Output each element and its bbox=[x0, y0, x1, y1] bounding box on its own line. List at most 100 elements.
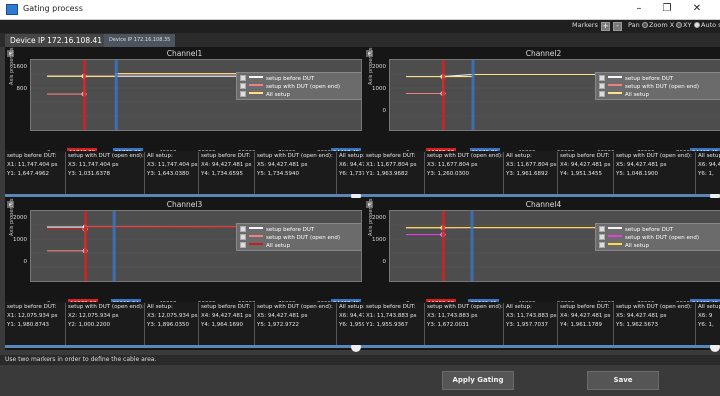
chart-legend: setup before DUT setup with DUT (open end… bbox=[236, 223, 361, 251]
marker-2-line[interactable] bbox=[114, 60, 118, 130]
legend-swatch bbox=[608, 84, 622, 86]
readout-line: setup with DUT (open end): bbox=[257, 153, 333, 159]
zoom-x-radio[interactable] bbox=[676, 22, 683, 28]
legend-swatch bbox=[249, 84, 263, 86]
readout-cell: All setup: X6: 94,4 Y6: 1, bbox=[695, 152, 720, 194]
legend-checkbox[interactable] bbox=[240, 75, 246, 81]
channel-title: Channel2 bbox=[525, 49, 562, 58]
legend-item[interactable]: setup with DUT (open end) bbox=[240, 234, 340, 242]
readout-cell: All setup: X3: 11,747.404 ps Y3: 1,643.038… bbox=[144, 152, 197, 194]
readout-line: Y1: 1,955.9367 bbox=[366, 322, 408, 328]
legend-checkbox[interactable] bbox=[599, 234, 605, 240]
close-button[interactable]: ✕ bbox=[686, 1, 708, 17]
legend-checkbox[interactable] bbox=[240, 91, 246, 97]
readout-line: setup with DUT (open end): bbox=[427, 153, 503, 159]
y-tick-label: 1600 bbox=[13, 64, 27, 70]
legend-swatch bbox=[249, 76, 263, 78]
tab-device-1[interactable]: Device IP 172.16.108.41 bbox=[5, 34, 108, 47]
readout-line: Y3: 1,961.6892 bbox=[506, 171, 548, 177]
legend-checkbox[interactable] bbox=[599, 91, 605, 97]
readout-line: X5: 94,427.481 ps bbox=[616, 162, 667, 168]
readout-line: X3: 11,743.883 ps bbox=[506, 313, 557, 319]
legend-item[interactable]: setup before DUT bbox=[599, 75, 673, 83]
readout-line: Y1: 1,647.4962 bbox=[7, 171, 49, 177]
readout-line: Y5: 1,972.9722 bbox=[257, 322, 299, 328]
marker-1-line[interactable] bbox=[441, 60, 445, 130]
xy-mode-label: XY bbox=[683, 21, 692, 29]
legend-checkbox[interactable] bbox=[240, 226, 246, 232]
waveform-plot[interactable]: setup before DUT setup with DUT (open end… bbox=[389, 59, 720, 131]
marker-1-line[interactable] bbox=[441, 211, 445, 281]
pan-mode-option[interactable]: Pan bbox=[628, 21, 650, 29]
readout-cell: setup with DUT (open end): X3: 11,747.404… bbox=[65, 152, 144, 194]
zoom-x-mode-option[interactable]: Zoom X bbox=[649, 21, 684, 29]
readout-line: Y6: 1,959 bbox=[339, 322, 364, 328]
legend-item[interactable]: setup before DUT bbox=[599, 226, 673, 234]
legend-label: All setup bbox=[625, 243, 649, 249]
window-title: Gating process bbox=[23, 4, 83, 13]
readout-cell: All setup: X6: 9 Y6: 1, bbox=[695, 303, 720, 345]
legend-item[interactable]: setup before DUT bbox=[240, 75, 314, 83]
legend-item[interactable]: setup with DUT (open end) bbox=[240, 83, 340, 91]
marker-2-line[interactable] bbox=[471, 60, 475, 130]
readout-cell: All setup: X6: 94,47 Y6: 1,959 bbox=[336, 303, 364, 345]
marker-2-line[interactable] bbox=[470, 211, 474, 281]
legend-checkbox[interactable] bbox=[240, 83, 246, 89]
readout-line: Y4: 1,964.1690 bbox=[201, 322, 243, 328]
apply-gating-button[interactable]: Apply Gating bbox=[442, 371, 514, 390]
readout-line: setup with DUT (open end): bbox=[616, 153, 692, 159]
minimize-button[interactable]: – bbox=[628, 1, 650, 17]
readout-line: setup before DUT: bbox=[201, 304, 251, 310]
readout-line: Y3: 1,672.0031 bbox=[427, 322, 469, 328]
xy-radio[interactable] bbox=[693, 22, 700, 28]
legend-checkbox[interactable] bbox=[599, 242, 605, 248]
legend-item[interactable]: setup with DUT (open end) bbox=[599, 234, 699, 242]
chart-legend: setup before DUT setup with DUT (open end… bbox=[595, 72, 720, 100]
legend-label: setup before DUT bbox=[266, 227, 315, 233]
legend-item[interactable]: All setup bbox=[240, 242, 290, 250]
legend-label: All setup bbox=[266, 243, 290, 249]
auto-scale-option[interactable]: Auto s bbox=[701, 21, 720, 29]
legend-swatch bbox=[608, 235, 622, 237]
add-marker-button[interactable]: + bbox=[601, 22, 610, 31]
title-bar: Gating process – ❐ ✕ bbox=[0, 0, 720, 20]
readout-line: X4: 94,427.481 ps bbox=[201, 313, 252, 319]
readout-line: X5: 94,427.481 ps bbox=[257, 162, 308, 168]
maximize-button[interactable]: ❐ bbox=[656, 1, 678, 17]
marker-readouts: setup before DUT: X1: 12,075.934 ps Y1: 1,… bbox=[5, 302, 364, 345]
readout-line: X3: 11,743.883 ps bbox=[427, 313, 478, 319]
zoom-x-label: Zoom X bbox=[649, 21, 675, 29]
status-message: Use two markers in order to define the c… bbox=[0, 355, 720, 365]
xy-mode-option[interactable]: XY bbox=[683, 21, 702, 29]
waveform-plot[interactable]: setup before DUT setup with DUT (open end… bbox=[389, 210, 720, 282]
legend-checkbox[interactable] bbox=[599, 75, 605, 81]
tab-device-2[interactable]: Device IP 172.16.108.35 bbox=[104, 34, 176, 47]
legend-checkbox[interactable] bbox=[240, 242, 246, 248]
legend-checkbox[interactable] bbox=[240, 234, 246, 240]
legend-checkbox[interactable] bbox=[599, 226, 605, 232]
legend-checkbox[interactable] bbox=[599, 83, 605, 89]
save-button[interactable]: Save bbox=[587, 371, 659, 390]
readout-line: X4: 94,427.481 ps bbox=[201, 162, 252, 168]
readout-line: Y6: 1, bbox=[698, 171, 714, 177]
legend-item[interactable]: setup before DUT bbox=[240, 226, 314, 234]
y-tick-label: 800 bbox=[16, 86, 28, 92]
readout-line: Y4: 1,961.1789 bbox=[560, 322, 602, 328]
marker-2-line[interactable] bbox=[112, 211, 116, 281]
readout-line: Y3: 1,957.7037 bbox=[506, 322, 548, 328]
marker-1-line[interactable] bbox=[83, 60, 87, 130]
legend-item[interactable]: All setup bbox=[599, 242, 649, 250]
waveform-plot[interactable]: setup before DUT setup with DUT (open end… bbox=[30, 210, 362, 282]
pan-radio[interactable] bbox=[641, 22, 648, 28]
readout-cell: setup with DUT (open end): X5: 94,427.481… bbox=[613, 152, 692, 194]
y-tick-label: 0 bbox=[382, 259, 387, 265]
legend-item[interactable]: setup with DUT (open end) bbox=[599, 83, 699, 91]
legend-item[interactable]: All setup bbox=[240, 91, 290, 99]
marker-1-line[interactable] bbox=[84, 211, 88, 281]
readout-cell: setup with DUT (open end): X5: 94,427.481… bbox=[613, 303, 692, 345]
readout-line: Y6: 1,737 bbox=[339, 171, 364, 177]
legend-item[interactable]: All setup bbox=[599, 91, 649, 99]
waveform-plot[interactable]: setup before DUT setup with DUT (open end… bbox=[30, 59, 362, 131]
remove-marker-button[interactable]: - bbox=[613, 22, 622, 31]
readout-line: X1: 11,677.804 ps bbox=[366, 162, 417, 168]
